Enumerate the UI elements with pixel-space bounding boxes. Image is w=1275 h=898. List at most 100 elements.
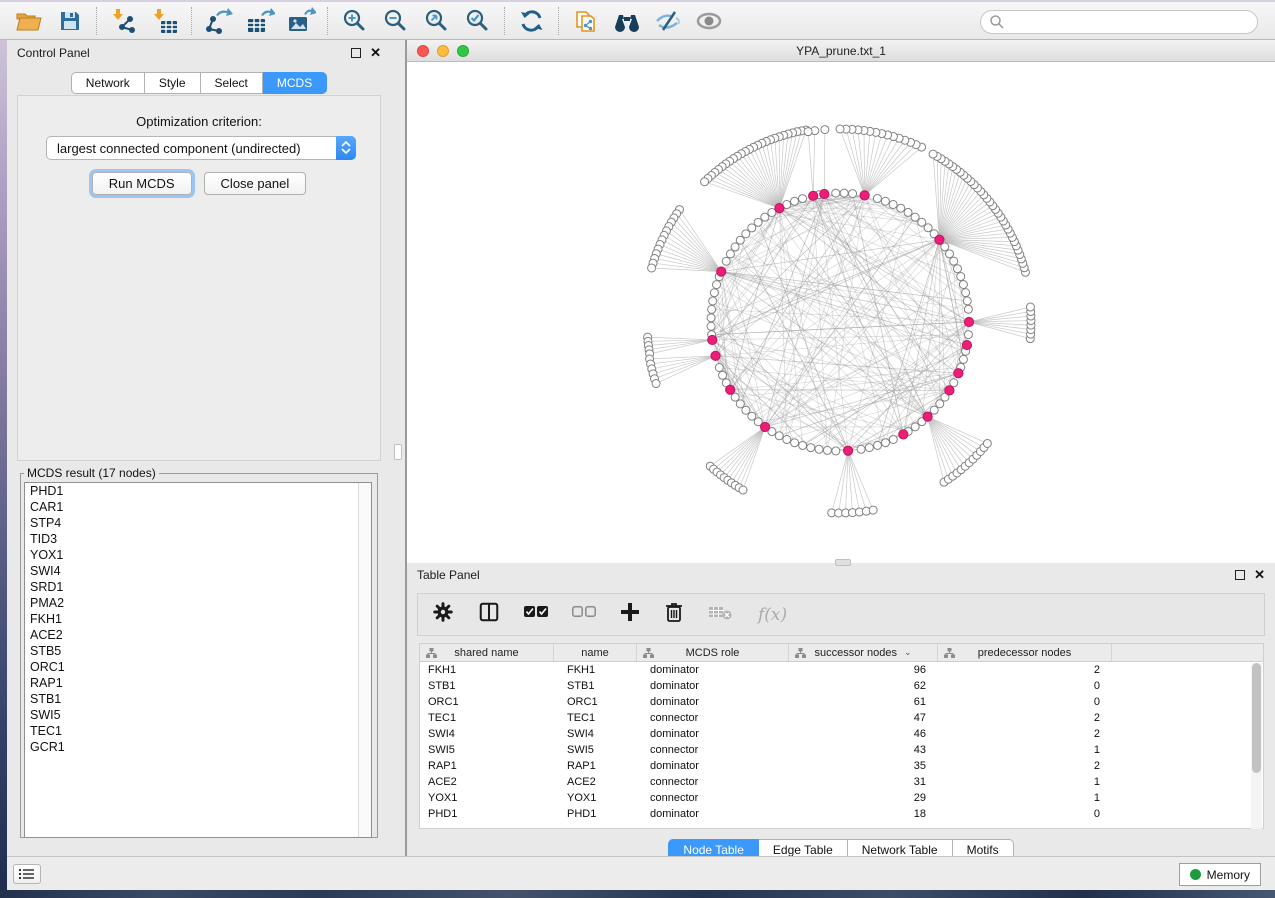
mcds-result-item[interactable]: TEC1: [25, 723, 371, 739]
table-scrollbar-thumb[interactable]: [1252, 663, 1261, 773]
import-network-icon[interactable]: [103, 5, 144, 37]
table-cell: 62: [789, 678, 938, 694]
table-row[interactable]: ACE2ACE2connector311: [420, 774, 1263, 790]
export-table-icon[interactable]: [239, 5, 280, 37]
table-cell: TEC1: [554, 710, 637, 726]
vertical-splitter[interactable]: [391, 40, 407, 856]
table-row[interactable]: STB1STB1dominator620: [420, 678, 1263, 694]
table-cell: dominator: [637, 678, 789, 694]
zoom-fit-icon[interactable]: [416, 5, 457, 37]
column-header-shared-name[interactable]: shared name: [420, 644, 554, 661]
network-window-titlebar[interactable]: YPA_prune.txt_1: [407, 40, 1275, 62]
table-cell: ACE2: [420, 774, 554, 790]
table-cell: FKH1: [420, 662, 554, 678]
refresh-view-icon[interactable]: [511, 5, 552, 37]
export-image-icon[interactable]: [280, 5, 321, 37]
mcds-result-item[interactable]: SWI5: [25, 707, 371, 723]
close-panel-button[interactable]: Close panel: [204, 172, 307, 195]
mcds-options-box: Optimization criterion: largest connecte…: [17, 95, 381, 461]
export-network-icon[interactable]: [198, 5, 239, 37]
close-table-panel-icon[interactable]: ✕: [1254, 570, 1265, 580]
optimization-criterion-label: Optimization criterion:: [18, 114, 380, 129]
mcds-result-item[interactable]: TID3: [25, 531, 371, 547]
mcds-result-item[interactable]: RAP1: [25, 675, 371, 691]
table-row[interactable]: TEC1TEC1connector472: [420, 710, 1263, 726]
select-all-checks-icon[interactable]: [524, 605, 548, 624]
criterion-select[interactable]: largest connected component (undirected): [46, 136, 356, 160]
add-row-icon[interactable]: [620, 602, 640, 627]
table-row[interactable]: SWI5SWI5connector431: [420, 742, 1263, 758]
search-input[interactable]: [1005, 12, 1257, 32]
mcds-result-item[interactable]: STB1: [25, 691, 371, 707]
table-row[interactable]: FKH1FKH1dominator962: [420, 662, 1263, 678]
settings-gear-icon[interactable]: [432, 601, 454, 628]
network-graph-canvas[interactable]: [407, 62, 1275, 560]
run-mcds-button[interactable]: Run MCDS: [92, 172, 192, 195]
mcds-result-item[interactable]: YOX1: [25, 547, 371, 563]
tab-mcds[interactable]: MCDS: [263, 72, 327, 94]
table-row[interactable]: RAP1RAP1dominator352: [420, 758, 1263, 774]
column-header-successor-nodes[interactable]: successor nodes⌄: [789, 644, 938, 661]
table-toolbar: f(x): [417, 593, 1265, 636]
zoom-out-icon[interactable]: [375, 5, 416, 37]
table-row[interactable]: SWI4SWI4dominator462: [420, 726, 1263, 742]
float-table-panel-icon[interactable]: [1235, 570, 1245, 580]
mcds-result-list[interactable]: PHD1CAR1STP4TID3YOX1SWI4SRD1PMA2FKH1ACE2…: [24, 482, 372, 838]
memory-button[interactable]: Memory: [1179, 863, 1261, 886]
mcds-list-scrollbar[interactable]: [358, 483, 371, 837]
table-cell: 1: [938, 774, 1112, 790]
tab-style[interactable]: Style: [145, 72, 201, 94]
table-cell: dominator: [637, 806, 789, 822]
show-all-eye-icon[interactable]: [688, 5, 729, 37]
table-row[interactable]: YOX1YOX1connector291: [420, 790, 1263, 806]
table-cell: 35: [789, 758, 938, 774]
close-panel-icon[interactable]: ✕: [370, 48, 381, 58]
mcds-result-item[interactable]: STB5: [25, 643, 371, 659]
duplicate-network-icon[interactable]: [565, 5, 606, 37]
table-cell: STB1: [554, 678, 637, 694]
table-cell: 2: [938, 662, 1112, 678]
toolbar-separator: [327, 7, 328, 35]
table-cell: PHD1: [420, 806, 554, 822]
delete-table-icon: [708, 603, 734, 626]
show-columns-icon[interactable]: [478, 601, 500, 628]
splitter-grip[interactable]: [394, 444, 402, 460]
table-cell: YOX1: [554, 790, 637, 806]
mcds-result-item[interactable]: PHD1: [25, 483, 371, 499]
tab-network[interactable]: Network: [71, 72, 145, 94]
horizontal-splitter-grip[interactable]: [835, 559, 851, 566]
open-file-icon[interactable]: [8, 5, 49, 37]
zoom-selected-icon[interactable]: [457, 5, 498, 37]
table-scrollbar[interactable]: [1251, 663, 1262, 829]
find-binoculars-icon[interactable]: [606, 5, 647, 37]
zoom-in-icon[interactable]: [334, 5, 375, 37]
network-window: YPA_prune.txt_1: [407, 40, 1275, 563]
mcds-result-item[interactable]: SRD1: [25, 579, 371, 595]
toolbar-separator: [191, 7, 192, 35]
mcds-result-item[interactable]: PMA2: [25, 595, 371, 611]
mcds-result-item[interactable]: ACE2: [25, 627, 371, 643]
column-header-filler: [1112, 644, 1263, 661]
column-header-name[interactable]: name: [554, 644, 637, 661]
column-header-predecessor-nodes[interactable]: predecessor nodes: [938, 644, 1112, 661]
float-panel-icon[interactable]: [351, 48, 361, 58]
task-history-button[interactable]: [13, 864, 41, 884]
table-row[interactable]: PHD1PHD1dominator180: [420, 806, 1263, 822]
mcds-result-item[interactable]: ORC1: [25, 659, 371, 675]
mcds-result-group: MCDS result (17 nodes) PHD1CAR1STP4TID3Y…: [20, 466, 378, 838]
node-table-body: FKH1FKH1dominator962STB1STB1dominator620…: [420, 662, 1263, 822]
deselect-all-checks-icon[interactable]: [572, 605, 596, 624]
delete-row-icon[interactable]: [664, 601, 684, 628]
mcds-result-item[interactable]: GCR1: [25, 739, 371, 755]
table-row[interactable]: ORC1ORC1dominator610: [420, 694, 1263, 710]
hide-selected-eye-icon[interactable]: [647, 5, 688, 37]
mcds-result-item[interactable]: FKH1: [25, 611, 371, 627]
save-session-icon[interactable]: [49, 5, 90, 37]
mcds-result-item[interactable]: CAR1: [25, 499, 371, 515]
column-header-mcds-role[interactable]: MCDS role: [637, 644, 789, 661]
table-cell: 18: [789, 806, 938, 822]
mcds-result-item[interactable]: SWI4: [25, 563, 371, 579]
mcds-result-item[interactable]: STP4: [25, 515, 371, 531]
tab-select[interactable]: Select: [201, 72, 263, 94]
import-table-icon[interactable]: [144, 5, 185, 37]
